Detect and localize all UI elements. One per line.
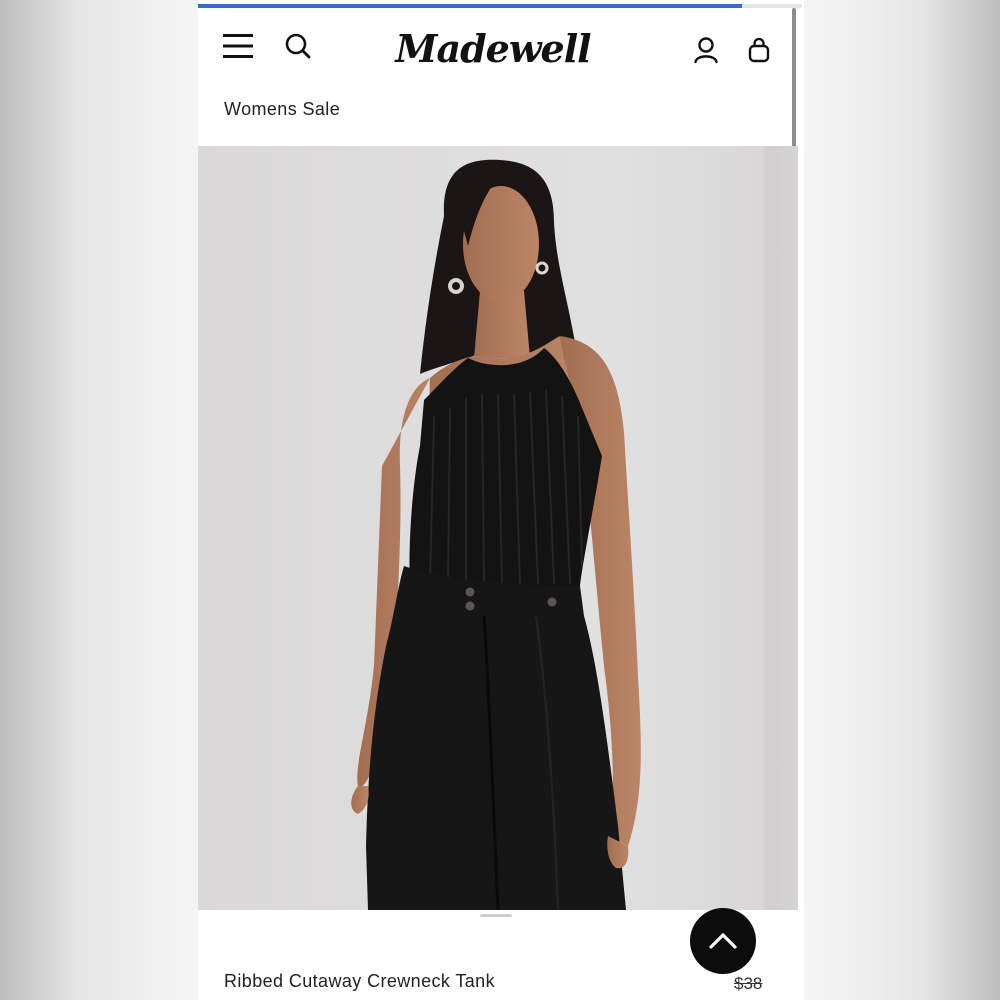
product-original-price: $38 — [734, 974, 763, 993]
site-header: Madewell — [198, 8, 798, 98]
back-to-top-button[interactable] — [690, 908, 756, 974]
image-carousel-indicator[interactable] — [480, 914, 512, 917]
brand-logo[interactable]: Madewell — [393, 22, 593, 74]
chevron-up-icon — [709, 933, 737, 949]
search-button[interactable] — [282, 30, 314, 62]
account-button[interactable] — [690, 34, 722, 66]
mobile-viewport: Madewell Womens Sale Ribbed Cutaway Crew… — [198, 0, 804, 1000]
search-icon — [285, 33, 311, 59]
product-photo-illustration — [351, 159, 641, 910]
menu-button[interactable] — [220, 30, 256, 62]
user-account-icon — [694, 37, 718, 64]
shopping-bag-icon — [748, 37, 770, 63]
product-name-link[interactable]: Ribbed Cutaway Crewneck Tank — [224, 971, 495, 992]
breadcrumb-category-link[interactable]: Womens Sale — [224, 99, 340, 120]
shopping-bag-button[interactable] — [743, 34, 775, 66]
hamburger-menu-icon — [223, 34, 253, 58]
product-image[interactable] — [198, 146, 798, 910]
